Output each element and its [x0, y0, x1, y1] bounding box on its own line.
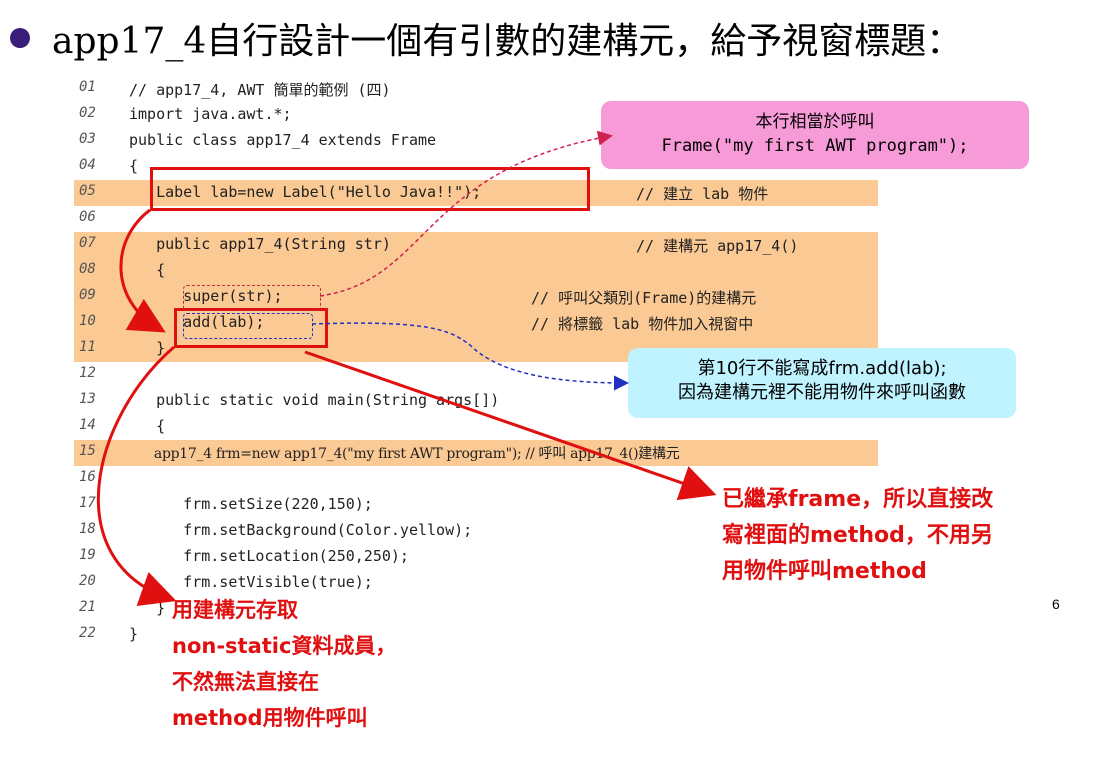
arrow-line05-to-line10	[119, 208, 166, 333]
arrow-add-to-callout	[311, 322, 629, 391]
arrow-to-right-note	[304, 350, 717, 501]
arrow-super-to-callout	[319, 130, 613, 297]
annotation-arrows	[96, 130, 717, 606]
arrow-to-bottom-note	[96, 345, 177, 606]
